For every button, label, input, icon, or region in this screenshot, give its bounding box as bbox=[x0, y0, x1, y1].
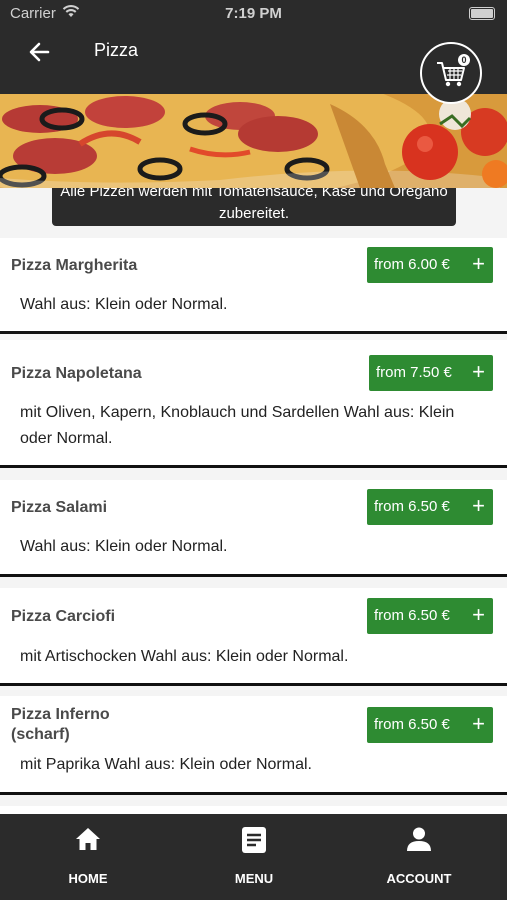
add-carciofi-button[interactable]: from 6.50 € + bbox=[367, 598, 493, 634]
item-name: Pizza Carciofi bbox=[11, 608, 116, 625]
price-label: from 6.50 € bbox=[374, 607, 450, 624]
add-napoletana-button[interactable]: from 7.50 € + bbox=[369, 355, 493, 391]
add-salami-button[interactable]: from 6.50 € + bbox=[367, 489, 493, 525]
plus-icon: + bbox=[472, 602, 485, 627]
add-inferno-button[interactable]: from 6.50 € + bbox=[367, 707, 493, 743]
cart-button[interactable]: 0 bbox=[420, 42, 482, 104]
item-description: Wahl aus: Klein oder Normal. bbox=[20, 296, 228, 313]
status-bar: Carrier 7:19 PM bbox=[0, 0, 507, 28]
menu-item-napoletana[interactable]: Pizza Napoletana from 7.50 € + mit Olive… bbox=[0, 340, 507, 468]
battery-icon bbox=[469, 7, 495, 20]
tab-home[interactable]: HOME bbox=[33, 814, 143, 900]
tab-label: MENU bbox=[234, 871, 274, 886]
menu-item-inferno[interactable]: Pizza Inferno (scharf) from 6.50 € + mit… bbox=[0, 696, 507, 795]
menu-item-margherita[interactable]: Pizza Margherita from 6.00 € + Wahl aus:… bbox=[0, 238, 507, 334]
tab-label: ACCOUNT bbox=[386, 871, 452, 886]
item-name: Pizza Salami bbox=[11, 499, 108, 516]
plus-icon: + bbox=[472, 493, 485, 518]
item-name: Pizza Margherita bbox=[11, 257, 138, 274]
app-header: Pizza 0 bbox=[0, 28, 507, 104]
tab-label: HOME bbox=[68, 871, 108, 886]
tab-menu[interactable]: MENU bbox=[199, 814, 309, 900]
info-banner: Alle Pizzen werden mit Tomatensauce, Käs… bbox=[52, 188, 456, 226]
menu-item-salami[interactable]: Pizza Salami from 6.50 € + Wahl aus: Kle… bbox=[0, 480, 507, 577]
menu-item-carciofi[interactable]: Pizza Carciofi from 6.50 € + mit Artisch… bbox=[0, 588, 507, 686]
item-description: mit Oliven, Kapern, Knoblauch und Sardel… bbox=[20, 404, 455, 447]
cart-count-badge: 0 bbox=[458, 54, 470, 66]
arrow-left-icon bbox=[29, 42, 50, 62]
plus-icon: + bbox=[472, 711, 485, 736]
tab-account[interactable]: ACCOUNT bbox=[364, 814, 474, 900]
hero-pizza-image bbox=[0, 94, 507, 188]
price-label: from 7.50 € bbox=[376, 364, 452, 381]
menu-item-partial bbox=[0, 806, 507, 814]
page-title: Pizza bbox=[94, 40, 139, 60]
item-description: mit Artischocken Wahl aus: Klein oder No… bbox=[20, 648, 349, 665]
bottom-tab-bar: HOME MENU ACCOUNT bbox=[0, 814, 507, 900]
clock: 7:19 PM bbox=[225, 5, 282, 22]
price-label: from 6.50 € bbox=[374, 498, 450, 515]
item-name: Pizza Inferno (scharf) bbox=[11, 706, 110, 743]
item-name: Pizza Napoletana bbox=[11, 365, 142, 382]
back-button[interactable] bbox=[24, 36, 56, 68]
item-description: mit Paprika Wahl aus: Klein oder Normal. bbox=[20, 756, 312, 773]
price-label: from 6.00 € bbox=[374, 256, 450, 273]
item-description: Wahl aus: Klein oder Normal. bbox=[20, 538, 228, 555]
menu-list[interactable]: Alle Pizzen werden mit Tomatensauce, Käs… bbox=[0, 188, 507, 814]
add-margherita-button[interactable]: from 6.00 € + bbox=[367, 247, 493, 283]
menu-icon bbox=[199, 826, 309, 856]
account-icon bbox=[364, 826, 474, 856]
plus-icon: + bbox=[472, 359, 485, 384]
price-label: from 6.50 € bbox=[374, 716, 450, 733]
plus-icon: + bbox=[472, 251, 485, 276]
home-icon bbox=[33, 826, 143, 856]
